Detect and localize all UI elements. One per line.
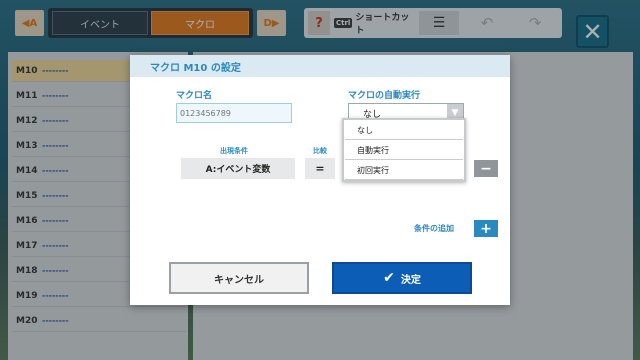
auto-exec-dropdown: なし 自動実行 初回実行 <box>342 118 466 182</box>
macro-name-label: マクロ名 <box>176 91 213 101</box>
compare-label: 比較 <box>313 147 327 155</box>
macro-name-input[interactable] <box>176 103 292 123</box>
dropdown-option[interactable]: なし <box>345 121 463 140</box>
dropdown-option[interactable]: 自動実行 <box>345 141 463 160</box>
dialog-title: マクロ M10 の設定 <box>130 55 510 77</box>
condition-select[interactable]: A:イベント変数 <box>181 158 295 179</box>
dropdown-option[interactable]: 初回実行 <box>345 161 463 180</box>
ok-button[interactable]: ✔ 決定 <box>332 262 472 294</box>
cancel-button[interactable]: キャンセル <box>169 262 309 294</box>
ok-label: 決定 <box>400 274 421 286</box>
add-condition-icon[interactable]: + <box>474 220 498 237</box>
condition-label: 出現条件 <box>220 147 248 155</box>
operator-select[interactable]: = <box>305 158 335 179</box>
remove-condition-icon[interactable]: − <box>474 160 498 177</box>
macro-settings-dialog: マクロ M10 の設定 マクロ名 マクロの自動実行 なし ▼ 出現条件 比較 A… <box>130 55 510 305</box>
add-condition-label: 条件の追加 <box>414 224 454 233</box>
auto-exec-label: マクロの自動実行 <box>348 91 421 101</box>
check-icon: ✔ <box>383 270 395 286</box>
